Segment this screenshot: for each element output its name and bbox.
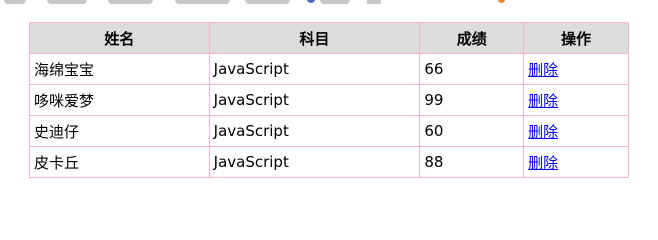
toolbar-fragment <box>108 0 153 4</box>
toolbar-fragment <box>175 0 230 4</box>
table-header-row: 姓名 科目 成绩 操作 <box>29 22 629 54</box>
cell-subject: JavaScript <box>208 115 421 147</box>
cell-name: 海绵宝宝 <box>29 53 210 85</box>
grades-table: 姓名 科目 成绩 操作 海绵宝宝 JavaScript 66 删除 哆咪爱梦 J… <box>29 22 629 178</box>
toolbar-fragment <box>47 0 87 4</box>
cell-score: 60 <box>419 115 525 147</box>
cell-action: 删除 <box>523 84 629 116</box>
cell-score: 99 <box>419 84 525 116</box>
toolbar-fragment <box>4 0 26 4</box>
delete-link[interactable]: 删除 <box>528 123 558 141</box>
cell-name: 史迪仔 <box>29 115 210 147</box>
cell-subject: JavaScript <box>208 146 421 178</box>
table-row: 史迪仔 JavaScript 60 删除 <box>29 115 629 147</box>
cell-score: 88 <box>419 146 525 178</box>
delete-link[interactable]: 删除 <box>528 154 558 172</box>
table-row: 海绵宝宝 JavaScript 66 删除 <box>29 53 629 85</box>
cell-subject: JavaScript <box>208 53 421 85</box>
folder-icon <box>498 0 505 3</box>
column-header-action: 操作 <box>523 22 629 54</box>
column-header-score: 成绩 <box>419 22 525 54</box>
delete-link[interactable]: 删除 <box>528 61 558 79</box>
delete-link[interactable]: 删除 <box>528 92 558 110</box>
cell-name: 皮卡丘 <box>29 146 210 178</box>
column-header-subject: 科目 <box>208 22 421 54</box>
toolbar-fragment <box>367 0 381 4</box>
table-row: 哆咪爱梦 JavaScript 99 删除 <box>29 84 629 116</box>
cropped-toolbar-strip <box>0 0 658 4</box>
cell-name: 哆咪爱梦 <box>29 84 210 116</box>
bookmark-icon <box>307 0 315 3</box>
cell-action: 删除 <box>523 115 629 147</box>
cell-subject: JavaScript <box>208 84 421 116</box>
cell-score: 66 <box>419 53 525 85</box>
cell-action: 删除 <box>523 53 629 85</box>
column-header-name: 姓名 <box>29 22 210 54</box>
cell-action: 删除 <box>523 146 629 178</box>
table-row: 皮卡丘 JavaScript 88 删除 <box>29 146 629 178</box>
toolbar-fragment <box>245 0 290 4</box>
toolbar-fragment <box>320 0 350 4</box>
